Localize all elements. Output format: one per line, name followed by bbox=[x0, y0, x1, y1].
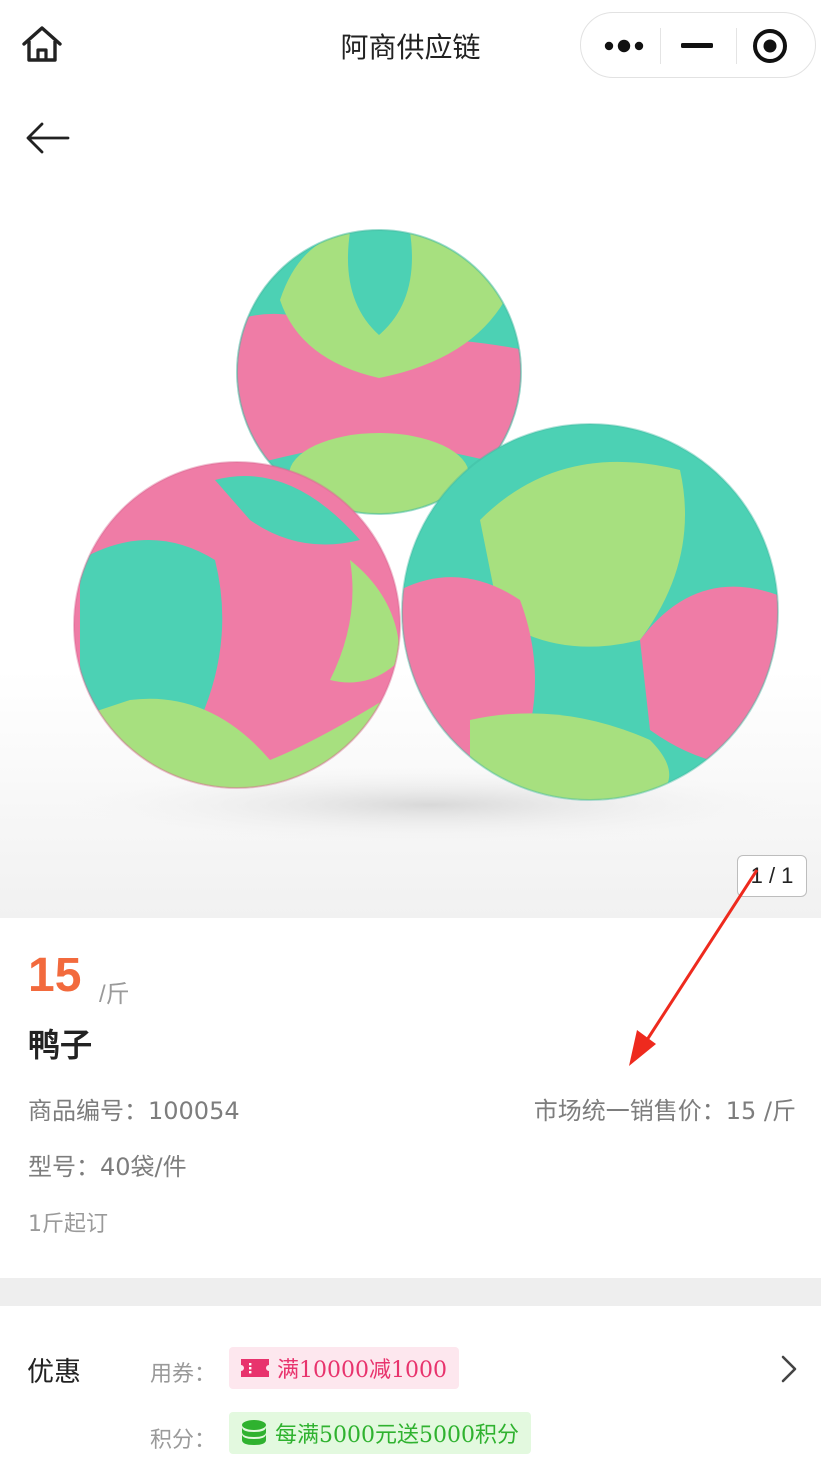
product-code-label: 商品编号： bbox=[28, 1097, 148, 1125]
product-code-value: 100054 bbox=[148, 1097, 240, 1125]
coupon-ticket-icon bbox=[241, 1359, 269, 1377]
top-nav-bar: 阿商供应链 bbox=[0, 0, 821, 90]
product-code: 商品编号：100054 bbox=[28, 1091, 240, 1126]
capsule-divider bbox=[660, 28, 661, 64]
market-price: 市场统一销售价：15 /斤 bbox=[533, 1097, 796, 1125]
chevron-right-icon[interactable] bbox=[778, 1354, 800, 1384]
coupon-text: 满10000减1000 bbox=[277, 1358, 447, 1383]
section-divider bbox=[0, 1278, 821, 1306]
coins-icon bbox=[242, 1420, 266, 1445]
promotions-section[interactable]: 优惠 用券： 满10000减1000 积分： 每满5000元送5000积分 bbox=[0, 1306, 821, 1483]
minimize-icon[interactable] bbox=[679, 31, 715, 61]
more-dots-icon[interactable] bbox=[603, 31, 647, 61]
points-text: 每满5000元送5000积分 bbox=[275, 1423, 519, 1448]
price-unit: /斤 bbox=[99, 981, 130, 1008]
coupon-tag[interactable]: 满10000减1000 bbox=[229, 1347, 459, 1389]
minimum-order: 1斤起订 bbox=[28, 1212, 108, 1237]
promotions-label: 优惠 bbox=[27, 1357, 81, 1388]
product-image-gallery[interactable]: 1 / 1 bbox=[0, 90, 821, 918]
product-model: 型号：40袋/件 bbox=[28, 1153, 187, 1181]
coupon-key: 用券： bbox=[150, 1362, 217, 1387]
product-name: 鸭子 bbox=[28, 1026, 93, 1064]
image-pager: 1 / 1 bbox=[737, 855, 807, 897]
points-tag[interactable]: 每满5000元送5000积分 bbox=[229, 1412, 531, 1454]
product-price: 15 bbox=[28, 949, 82, 1002]
capsule-divider bbox=[736, 28, 737, 64]
mini-program-capsule bbox=[580, 12, 816, 78]
product-info-section: 15 /斤 鸭子 商品编号：100054 市场统一销售价：15 /斤 型号：40… bbox=[0, 918, 821, 1278]
product-image bbox=[70, 229, 790, 843]
points-key: 积分： bbox=[150, 1428, 217, 1453]
back-arrow-icon[interactable] bbox=[24, 120, 72, 156]
target-icon[interactable] bbox=[751, 27, 789, 65]
